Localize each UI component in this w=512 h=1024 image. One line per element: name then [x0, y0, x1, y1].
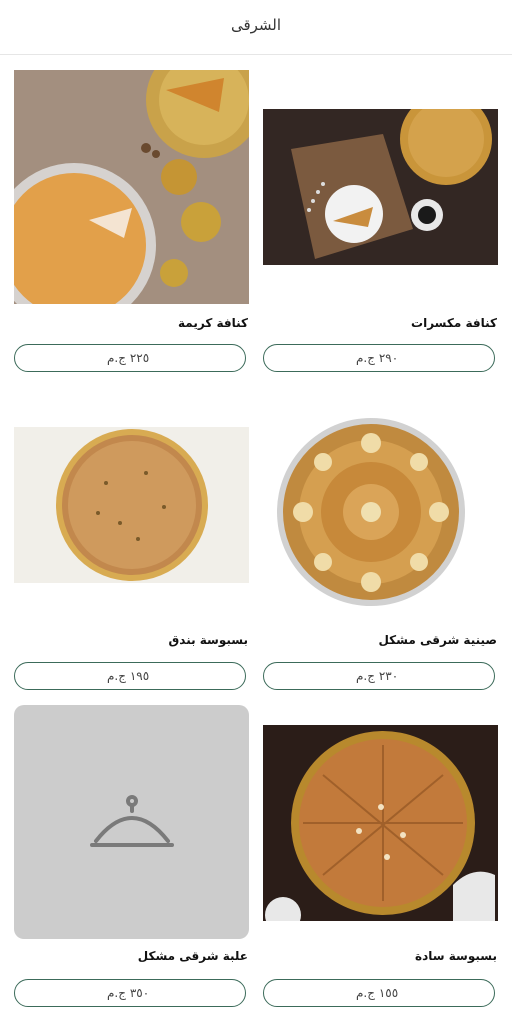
page-title: الشرقى — [230, 16, 282, 34]
product-card-mixed-box[interactable]: علبة شرقى مشكل ٣٥٠ ج.م — [14, 705, 250, 1010]
price-label: ١٥٥ ج.م — [356, 986, 399, 1000]
price-button[interactable]: ٢٢٥ ج.م — [14, 344, 246, 372]
product-name[interactable]: كنافة كريمة — [178, 316, 248, 330]
price-label: ٢٣٠ ج.م — [356, 669, 399, 683]
product-image-basbousa-hazelnut[interactable] — [14, 427, 249, 583]
product-name[interactable]: كنافة مكسرات — [411, 316, 497, 330]
product-card-mixed-tray[interactable]: صينية شرقى مشكل ٢٣٠ ج.م — [263, 415, 499, 695]
product-image-kunafa-nuts[interactable] — [263, 109, 498, 265]
product-name[interactable]: بسبوسة سادة — [415, 949, 497, 963]
product-name[interactable]: بسبوسة بندق — [169, 633, 248, 647]
product-name[interactable]: علبة شرقى مشكل — [138, 949, 248, 963]
price-button[interactable]: ٣٥٠ ج.م — [14, 979, 246, 1007]
price-button[interactable]: ٢٩٠ ج.م — [263, 344, 495, 372]
price-label: ٣٥٠ ج.م — [107, 986, 150, 1000]
product-image-kunafa-cream[interactable] — [14, 70, 249, 304]
product-card-basbousa-hazelnut[interactable]: بسبوسة بندق ١٩٥ ج.م — [14, 415, 250, 695]
food-cloche-icon — [90, 795, 174, 847]
price-label: ٢٩٠ ج.م — [356, 351, 399, 365]
price-button[interactable]: ٢٣٠ ج.م — [263, 662, 495, 690]
product-card-kunafa-cream[interactable]: كنافة كريمة ٢٢٥ ج.م — [14, 70, 250, 380]
price-label: ٢٢٥ ج.م — [107, 351, 150, 365]
product-image-mixed-tray[interactable] — [263, 417, 498, 609]
product-card-plain-basbousa[interactable]: بسبوسة سادة ١٥٥ ج.م — [263, 705, 499, 1010]
product-image-plain-basbousa[interactable] — [263, 725, 498, 921]
price-button[interactable]: ١٩٥ ج.م — [14, 662, 246, 690]
product-image-placeholder[interactable] — [14, 705, 249, 939]
price-button[interactable]: ١٥٥ ج.م — [263, 979, 495, 1007]
price-label: ١٩٥ ج.م — [107, 669, 150, 683]
app-header: الشرقى — [0, 0, 512, 55]
product-name[interactable]: صينية شرقى مشكل — [378, 633, 497, 647]
product-card-kunafa-nuts[interactable]: كنافة مكسرات ٢٩٠ ج.م — [263, 70, 499, 380]
